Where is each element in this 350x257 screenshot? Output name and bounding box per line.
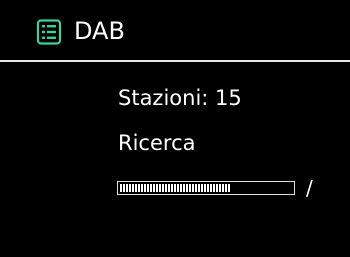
scan-status-label: Ricerca <box>118 131 196 155</box>
dab-screen: DAB Stazioni: 15 Ricerca / <box>0 0 350 257</box>
scan-progress-fill <box>120 184 230 192</box>
scan-spinner-indicator: / <box>306 176 313 200</box>
menu-list-icon[interactable] <box>36 19 62 45</box>
header-bar: DAB <box>0 0 350 60</box>
stations-count-label: Stazioni: 15 <box>118 86 242 110</box>
header-divider <box>0 60 350 62</box>
header-title: DAB <box>74 17 125 45</box>
scan-progress-bar <box>117 181 295 195</box>
